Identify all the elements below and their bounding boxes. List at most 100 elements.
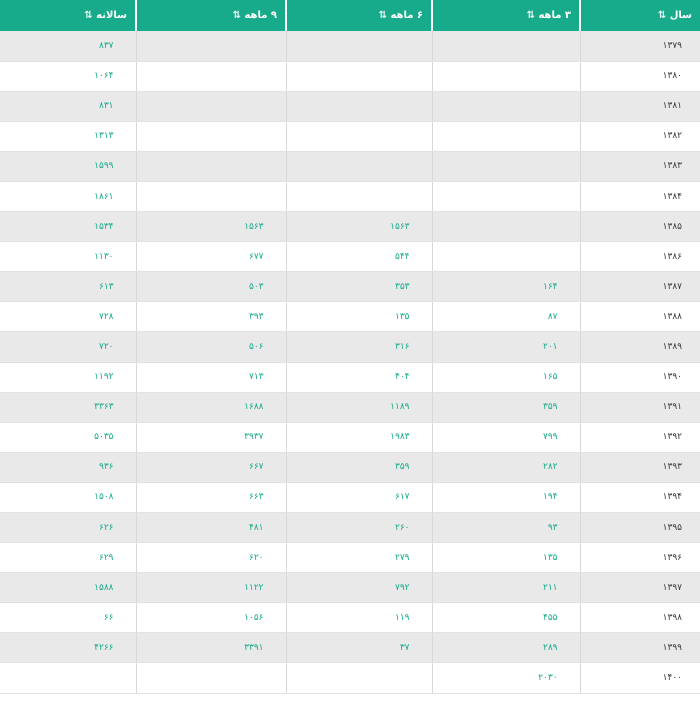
year-cell: ۱۴۰۰: [579, 662, 700, 694]
nine-month-cell: ۱۶۸۸: [135, 392, 286, 423]
year-cell: ۱۳۹۷: [579, 572, 700, 604]
six-month-cell: [285, 121, 432, 152]
year-cell: ۱۳۸۸: [579, 301, 700, 333]
annual-cell: ۳۳۶۳: [0, 392, 136, 423]
nine-month-cell: ۱۱۲۲: [135, 572, 286, 604]
six-month-cell: ۱۹۸۳: [285, 422, 432, 453]
annual-cell: ۶۲۶: [0, 512, 136, 544]
three-month-cell: ۷۹۹: [431, 422, 580, 453]
sort-icon[interactable]: ⇅: [84, 10, 92, 21]
nine-month-cell: ۱۰۵۶: [135, 602, 286, 634]
data-table: سال ⇅ ۳ ماهه ⇅ ۶ ماهه ⇅ ۹ ماهه ⇅ سالانه …: [0, 0, 700, 694]
table-row: ۱۳۸۹ ۲۰۱ ۳۱۶ ۵۰۶ ۷۲۰: [0, 331, 700, 363]
nine-month-cell: ۳۹۳۷: [135, 422, 286, 453]
year-cell: ۱۳۸۱: [579, 91, 700, 122]
six-month-cell: ۳۵۹: [285, 452, 432, 483]
six-month-cell: ۱۱۸۹: [285, 392, 432, 423]
three-month-cell: ۱۶۵: [431, 362, 580, 393]
sort-icon[interactable]: ⇅: [527, 10, 535, 21]
six-month-cell: [285, 181, 432, 213]
three-month-cell: ۱۹۴: [431, 482, 580, 514]
three-month-cell: [431, 61, 580, 92]
nine-month-cell: ۷۱۳: [135, 362, 286, 393]
year-cell: ۱۳۹۵: [579, 512, 700, 544]
year-cell: ۱۳۹۳: [579, 452, 700, 483]
table-row: ۱۳۹۱ ۳۵۹ ۱۱۸۹ ۱۶۸۸ ۳۳۶۳: [0, 392, 700, 423]
nine-month-cell: [135, 31, 286, 62]
sort-icon[interactable]: ⇅: [379, 10, 387, 21]
table-row: ۱۳۹۶ ۱۳۵ ۲۷۹ ۶۲۰ ۶۲۹: [0, 542, 700, 574]
table-row: ۱۳۹۹ ۲۸۹ ۳۷ ۳۳۹۱ ۴۲۶۶: [0, 632, 700, 664]
table-row: ۱۳۹۷ ۲۱۱ ۷۹۲ ۱۱۲۲ ۱۵۸۸: [0, 572, 700, 604]
header-year[interactable]: سال ⇅: [579, 0, 700, 31]
year-cell: ۱۳۸۲: [579, 121, 700, 152]
nine-month-cell: ۵۰۳: [135, 271, 286, 303]
sort-icon[interactable]: ⇅: [658, 10, 666, 21]
three-month-cell: ۲۸۲: [431, 452, 580, 483]
annual-cell: ۱۱۳۰: [0, 241, 136, 273]
year-cell: ۱۳۸۳: [579, 151, 700, 182]
table-row: ۱۳۸۶ ۵۴۴ ۶۷۷ ۱۱۳۰: [0, 241, 700, 273]
three-month-cell: [431, 241, 580, 273]
table-body: ۱۳۷۹ ۸۳۷ ۱۳۸۰ ۱۰۶۴ ۱۳۸۱ ۸۳۱ ۱۳۸۲ ۱۳۱۳ ۱۳۸۳ ۱۵۹۹ ۱۳…: [0, 31, 700, 694]
year-cell: ۱۳۹۹: [579, 632, 700, 664]
table-row: ۱۳۹۵ ۹۳ ۲۶۰ ۴۸۱ ۶۲۶: [0, 512, 700, 544]
annual-cell: [0, 662, 136, 694]
annual-cell: ۷۲۰: [0, 331, 136, 363]
nine-month-cell: ۶۲۰: [135, 542, 286, 574]
nine-month-cell: ۶۷۷: [135, 241, 286, 273]
header-six-month[interactable]: ۶ ماهه ⇅: [285, 0, 432, 31]
table-row: ۱۳۸۰ ۱۰۶۴: [0, 61, 700, 92]
annual-cell: ۱۱۹۲: [0, 362, 136, 393]
header-row: سال ⇅ ۳ ماهه ⇅ ۶ ماهه ⇅ ۹ ماهه ⇅ سالانه …: [0, 0, 700, 31]
sort-icon[interactable]: ⇅: [233, 10, 241, 21]
annual-cell: ۱۵۸۸: [0, 572, 136, 604]
year-cell: ۱۳۹۱: [579, 392, 700, 423]
nine-month-cell: ۱۵۶۳: [135, 211, 286, 243]
year-cell: ۱۳۸۵: [579, 211, 700, 243]
three-month-cell: ۲۱۱: [431, 572, 580, 604]
nine-month-cell: ۴۸۱: [135, 512, 286, 544]
nine-month-cell: [135, 61, 286, 92]
table-row: ۱۳۸۵ ۱۵۶۳ ۱۵۶۳ ۱۵۳۴: [0, 211, 700, 243]
three-month-cell: ۲۰۱: [431, 331, 580, 363]
three-month-cell: [431, 211, 580, 243]
six-month-cell: ۳۷: [285, 632, 432, 664]
year-cell: ۱۳۹۰: [579, 362, 700, 393]
year-cell: ۱۳۷۹: [579, 31, 700, 62]
six-month-cell: [285, 91, 432, 122]
three-month-cell: [431, 91, 580, 122]
table-row: ۱۳۸۷ ۱۶۴ ۳۵۳ ۵۰۳ ۶۱۳: [0, 271, 700, 303]
annual-cell: ۹۳۶: [0, 452, 136, 483]
six-month-cell: ۱۳۵: [285, 301, 432, 333]
six-month-cell: ۲۶۰: [285, 512, 432, 544]
three-month-cell: [431, 121, 580, 152]
nine-month-cell: ۶۶۷: [135, 452, 286, 483]
six-month-cell: ۵۴۴: [285, 241, 432, 273]
six-month-cell: [285, 31, 432, 62]
nine-month-cell: [135, 91, 286, 122]
header-three-month[interactable]: ۳ ماهه ⇅: [431, 0, 580, 31]
year-cell: ۱۳۸۴: [579, 181, 700, 213]
annual-cell: ۵۰۳۵: [0, 422, 136, 453]
header-nine-month[interactable]: ۹ ماهه ⇅: [135, 0, 286, 31]
six-month-cell: ۳۵۳: [285, 271, 432, 303]
nine-month-cell: ۶۶۳: [135, 482, 286, 514]
annual-cell: ۸۳۷: [0, 31, 136, 62]
year-cell: ۱۳۹۲: [579, 422, 700, 453]
header-annual-label: سالانه: [96, 10, 127, 21]
table-row: ۱۳۸۲ ۱۳۱۳: [0, 121, 700, 152]
six-month-cell: ۴۰۴: [285, 362, 432, 393]
table-row: ۱۳۹۳ ۲۸۲ ۳۵۹ ۶۶۷ ۹۳۶: [0, 452, 700, 483]
six-month-cell: ۷۹۲: [285, 572, 432, 604]
three-month-cell: ۸۷: [431, 301, 580, 333]
header-six-month-label: ۶ ماهه: [390, 10, 423, 21]
three-month-cell: ۱۶۴: [431, 271, 580, 303]
header-annual[interactable]: سالانه ⇅: [0, 0, 136, 31]
nine-month-cell: ۵۰۶: [135, 331, 286, 363]
annual-cell: ۶۶: [0, 602, 136, 634]
annual-cell: ۱۰۶۴: [0, 61, 136, 92]
six-month-cell: ۳۱۶: [285, 331, 432, 363]
table-row: ۱۳۷۹ ۸۳۷: [0, 31, 700, 62]
annual-cell: ۸۳۱: [0, 91, 136, 122]
